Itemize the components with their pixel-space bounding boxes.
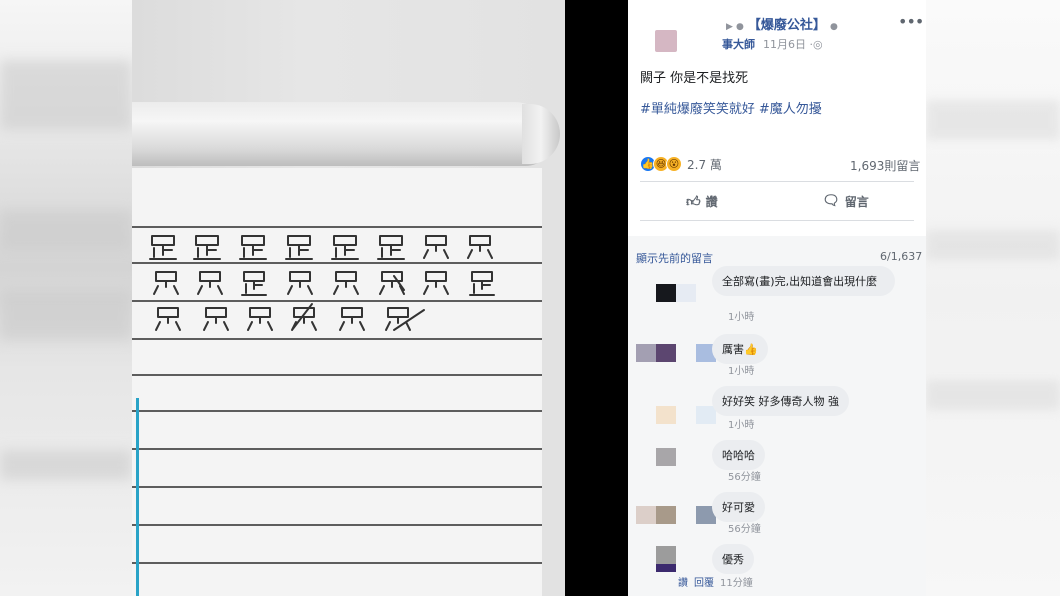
comment-time[interactable]: 56分鐘 bbox=[728, 468, 761, 483]
comment-count-link[interactable]: 1,693則留言 bbox=[850, 157, 920, 174]
comment-reply-link[interactable]: 回覆 bbox=[694, 578, 714, 589]
divider bbox=[640, 181, 914, 182]
comment-time[interactable]: 1小時 bbox=[728, 308, 754, 323]
author-name[interactable]: 事大師 bbox=[722, 38, 755, 51]
comment-like-link[interactable]: 讚 bbox=[678, 578, 688, 589]
comment-bubble: 好好笑 好多傳奇人物 強 bbox=[712, 386, 849, 416]
hashtag-link[interactable]: #單純爆廢笑笑就好 bbox=[640, 102, 755, 117]
hashtag-link[interactable]: #魔人勿擾 bbox=[759, 102, 822, 117]
commenter-avatar[interactable] bbox=[636, 448, 714, 476]
page-avatar[interactable] bbox=[655, 30, 677, 52]
post-date[interactable]: 11月6日 bbox=[763, 38, 806, 51]
public-globe-icon: ·◎ bbox=[809, 38, 823, 51]
commenter-avatar[interactable] bbox=[636, 284, 714, 312]
post-photo[interactable] bbox=[132, 0, 628, 596]
post-meta: 事大師 11月6日 ·◎ bbox=[722, 36, 823, 52]
page-curl bbox=[132, 102, 552, 166]
comment-time[interactable]: 11分鐘 bbox=[720, 578, 753, 589]
comment-bubble: 好可愛 bbox=[712, 492, 765, 522]
reactions-summary[interactable]: 👍 😆 😮 2.7 萬 bbox=[640, 154, 722, 174]
commenter-avatar[interactable] bbox=[636, 546, 714, 574]
comment-bubble: 厲害👍 bbox=[712, 334, 768, 364]
ruled-sheet bbox=[132, 168, 542, 596]
page-name-link[interactable]: ▶ ● 【爆廢公社】 ● bbox=[726, 14, 842, 33]
wow-reaction-icon: 😮 bbox=[666, 156, 682, 172]
comment-page-count: 6/1,637 bbox=[880, 250, 923, 263]
triangle-icon: ▶ ● bbox=[726, 22, 744, 32]
comment-time[interactable]: 1小時 bbox=[728, 416, 754, 431]
comment-bubble: 哈哈哈 bbox=[712, 440, 765, 470]
divider bbox=[640, 220, 914, 221]
post-panel: ▶ ● 【爆廢公社】 ● 事大師 11月6日 ·◎ ••• 闕子 你是不是找死 #單純… bbox=[628, 0, 926, 596]
hashtags: #單純爆廢笑笑就好 #魔人勿擾 bbox=[640, 98, 826, 117]
reaction-count: 2.7 萬 bbox=[687, 157, 722, 172]
more-options-icon[interactable]: ••• bbox=[898, 12, 924, 31]
comment-bubble: 全部寫(畫)完,出知道會出現什麼 bbox=[712, 266, 896, 296]
comments-section: 顯示先前的留言 6/1,637 全部寫(畫)完,出知道會出現什麼 1小時 厲害👍… bbox=[628, 236, 926, 596]
handwritten-characters bbox=[132, 168, 542, 596]
view-previous-comments-link[interactable]: 顯示先前的留言 bbox=[636, 250, 713, 266]
comment-button[interactable]: 🗨︎ 留言 bbox=[822, 190, 869, 212]
page-curl-edge bbox=[522, 104, 560, 164]
blurred-background-left bbox=[0, 0, 132, 596]
dot-icon: ● bbox=[829, 22, 838, 32]
comment-time[interactable]: 1小時 bbox=[728, 362, 754, 377]
commenter-avatar[interactable] bbox=[636, 506, 716, 534]
comment-bubble: 優秀 bbox=[712, 544, 754, 574]
blurred-background-right bbox=[926, 0, 1060, 596]
comment-time[interactable]: 56分鐘 bbox=[728, 520, 761, 535]
commenter-avatar[interactable] bbox=[636, 344, 716, 372]
post-text: 闕子 你是不是找死 bbox=[640, 71, 749, 86]
speech-bubble-icon: 🗨︎ bbox=[822, 193, 840, 209]
thumbs-up-icon: 👍︎ bbox=[686, 193, 701, 210]
comment-actions: 讚回覆 11分鐘 bbox=[678, 574, 753, 589]
commenter-avatar[interactable] bbox=[636, 406, 716, 434]
like-button[interactable]: 👍︎ 讚 bbox=[686, 190, 718, 212]
notebook-paper bbox=[132, 0, 565, 596]
